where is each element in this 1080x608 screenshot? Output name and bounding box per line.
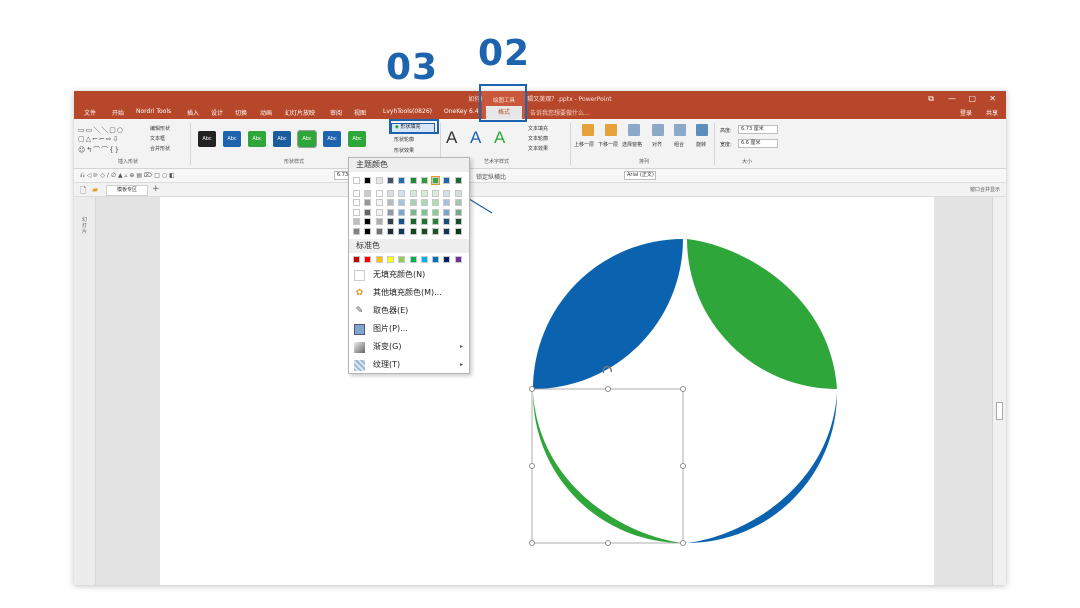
color-swatch[interactable] xyxy=(353,227,360,235)
color-swatch[interactable] xyxy=(386,218,394,225)
color-swatch[interactable] xyxy=(398,189,406,197)
submenu-arrow-icon: ▸ xyxy=(459,343,463,350)
color-swatch[interactable] xyxy=(353,189,360,197)
no-fill-item[interactable]: 无填充颜色(N) xyxy=(349,266,469,284)
eyedropper-label: 取色器(E) xyxy=(373,306,409,315)
standard-color-swatch[interactable] xyxy=(364,256,372,263)
color-swatch[interactable] xyxy=(454,199,462,206)
standard-color-swatch[interactable] xyxy=(409,256,417,263)
shape-fill-dropdown: 主题颜色 标准色 无填充颜色(N) ✿ 其他填充颜色(M)... ✎ 取色器(E… xyxy=(348,157,470,374)
color-swatch[interactable] xyxy=(364,199,372,206)
color-swatch[interactable] xyxy=(364,177,372,184)
color-swatch[interactable] xyxy=(364,218,372,225)
color-swatch[interactable] xyxy=(375,208,383,216)
standard-color-swatch[interactable] xyxy=(454,256,462,263)
color-swatch[interactable] xyxy=(454,218,462,225)
picture-icon xyxy=(354,324,365,335)
color-swatch[interactable] xyxy=(443,199,451,206)
color-swatch[interactable] xyxy=(454,208,462,216)
color-swatch[interactable] xyxy=(454,189,462,197)
standard-color-swatch[interactable] xyxy=(353,256,360,263)
color-swatch[interactable] xyxy=(375,227,383,235)
color-swatch[interactable] xyxy=(420,208,428,216)
color-swatch[interactable] xyxy=(398,177,406,184)
color-swatch[interactable] xyxy=(431,176,441,185)
color-swatch[interactable] xyxy=(353,199,360,206)
color-swatch[interactable] xyxy=(353,208,360,216)
color-swatch[interactable] xyxy=(386,208,394,216)
standard-color-swatch[interactable] xyxy=(443,256,451,263)
color-swatch[interactable] xyxy=(432,227,440,235)
color-swatch[interactable] xyxy=(420,199,428,206)
submenu-arrow-icon: ▸ xyxy=(459,361,463,368)
shape-fill-highlight xyxy=(389,119,439,134)
color-swatch[interactable] xyxy=(353,218,360,225)
picture-fill-label: 图片(P)... xyxy=(373,324,408,333)
eyedropper-icon: ✎ xyxy=(355,306,364,316)
color-swatch[interactable] xyxy=(409,189,417,197)
color-swatch[interactable] xyxy=(375,199,383,206)
color-swatch[interactable] xyxy=(398,218,406,225)
standard-color-swatch[interactable] xyxy=(386,256,394,263)
color-swatch[interactable] xyxy=(443,177,451,184)
color-swatch[interactable] xyxy=(398,227,406,235)
color-swatch[interactable] xyxy=(409,177,417,184)
screenshot-stage: 03 02 04 01 如何将PPT做的既有逻辑又美观？.pptx - Powe… xyxy=(0,0,1080,608)
color-swatch[interactable] xyxy=(432,199,440,206)
color-swatch[interactable] xyxy=(454,227,462,235)
more-colors-item[interactable]: ✿ 其他填充颜色(M)... xyxy=(349,284,469,302)
color-swatch[interactable] xyxy=(443,208,451,216)
color-swatch[interactable] xyxy=(364,189,372,197)
color-swatch[interactable] xyxy=(409,218,417,225)
color-swatch[interactable] xyxy=(409,199,417,206)
color-swatch[interactable] xyxy=(420,177,428,184)
color-swatch[interactable] xyxy=(443,227,451,235)
theme-colors-header: 主题颜色 xyxy=(349,158,469,172)
no-fill-icon xyxy=(354,270,365,281)
color-swatch[interactable] xyxy=(386,177,394,184)
color-swatch[interactable] xyxy=(364,227,372,235)
color-swatch[interactable] xyxy=(432,218,440,225)
gradient-icon xyxy=(354,342,365,353)
standard-color-swatch[interactable] xyxy=(398,256,406,263)
standard-color-swatch[interactable] xyxy=(375,256,383,263)
color-swatch[interactable] xyxy=(432,189,440,197)
color-swatch[interactable] xyxy=(420,189,428,197)
color-swatch[interactable] xyxy=(386,199,394,206)
no-fill-label: 无填充颜色(N) xyxy=(373,270,426,279)
color-swatch[interactable] xyxy=(432,208,440,216)
color-swatch[interactable] xyxy=(375,189,383,197)
color-swatch[interactable] xyxy=(375,177,383,184)
standard-color-swatch[interactable] xyxy=(432,256,440,263)
more-colors-label: 其他填充颜色(M)... xyxy=(373,288,442,297)
callout-pointer xyxy=(440,181,493,214)
palette-icon: ✿ xyxy=(355,288,364,298)
gradient-fill-item[interactable]: 渐变(G) ▸ xyxy=(349,338,469,356)
gradient-fill-label: 渐变(G) xyxy=(373,342,402,351)
standard-color-swatch[interactable] xyxy=(420,256,428,263)
color-swatch[interactable] xyxy=(420,227,428,235)
color-swatch[interactable] xyxy=(409,208,417,216)
color-swatch[interactable] xyxy=(409,227,417,235)
texture-icon xyxy=(354,360,365,371)
color-swatch[interactable] xyxy=(420,218,428,225)
color-swatch[interactable] xyxy=(364,208,372,216)
texture-fill-label: 纹理(T) xyxy=(373,360,401,369)
color-swatch[interactable] xyxy=(398,199,406,206)
color-swatch[interactable] xyxy=(375,218,383,225)
color-swatch[interactable] xyxy=(398,208,406,216)
color-swatch[interactable] xyxy=(386,189,394,197)
standard-colors-header: 标准色 xyxy=(349,239,469,253)
color-swatch[interactable] xyxy=(386,227,394,235)
texture-fill-item[interactable]: 纹理(T) ▸ xyxy=(349,356,469,374)
color-swatch[interactable] xyxy=(454,177,462,184)
color-swatch[interactable] xyxy=(443,218,451,225)
eyedropper-item[interactable]: ✎ 取色器(E) xyxy=(349,302,469,320)
format-tab-highlight xyxy=(479,84,527,122)
color-swatch[interactable] xyxy=(353,177,360,184)
color-swatch[interactable] xyxy=(443,189,451,197)
picture-fill-item[interactable]: 图片(P)... xyxy=(349,320,469,338)
